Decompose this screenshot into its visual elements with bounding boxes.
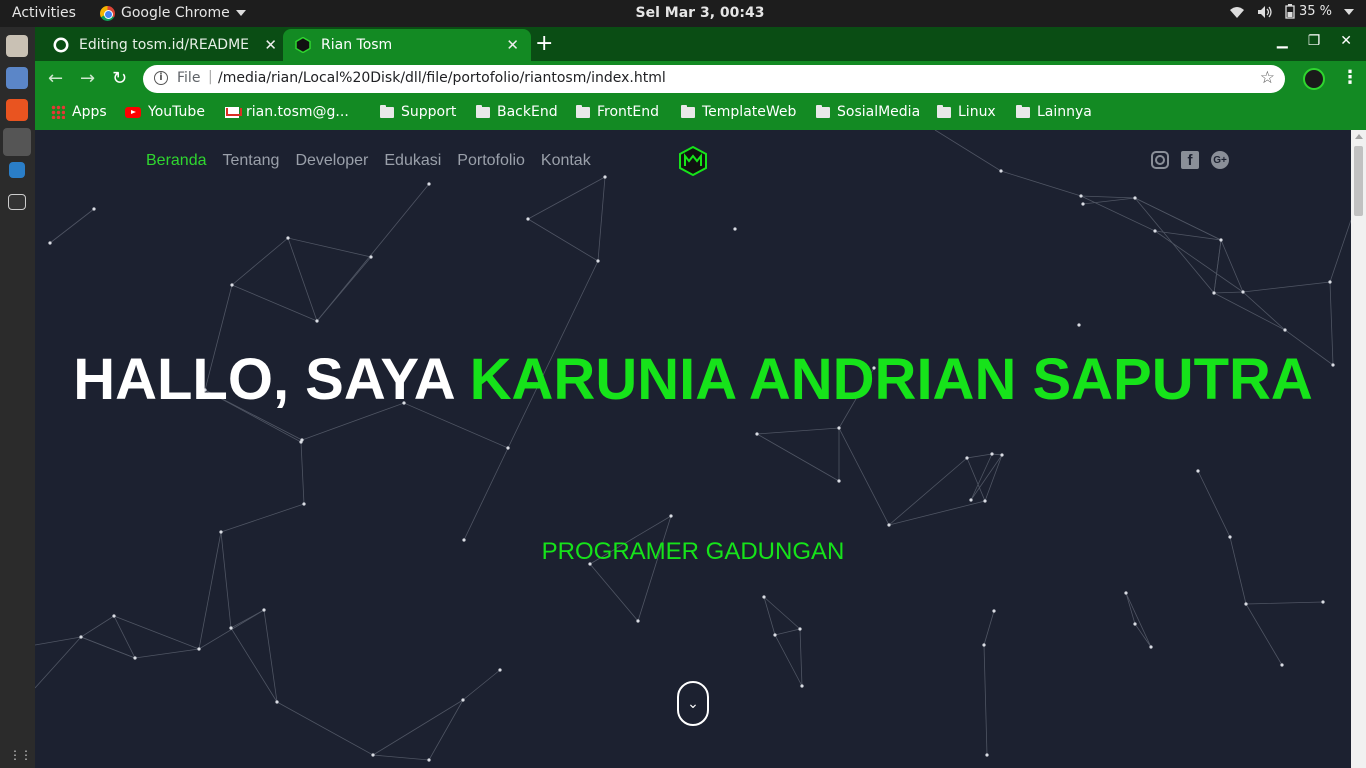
tab-rian-tosm[interactable]: Rian Tosm ✕ — [283, 29, 531, 61]
back-arrow-icon[interactable]: ← — [48, 68, 63, 89]
hero-subtitle: PROGRAMER GADUNGAN — [541, 538, 845, 565]
bookmark-folder-templateweb[interactable]: TemplateWeb — [681, 104, 796, 120]
dock: ⋮⋮⋮ — [0, 27, 43, 768]
system-top-bar: Activities Google Chrome Sel Mar 3, 00:4… — [0, 0, 1366, 27]
scroll-up-arrow-icon[interactable] — [1355, 134, 1363, 139]
more-menu-icon[interactable]: ⋮ — [1341, 67, 1359, 88]
window-controls: ▁ ❐ ✕ — [1277, 33, 1352, 49]
social-links: f G+ — [1151, 151, 1229, 169]
software-center-icon[interactable] — [6, 99, 28, 121]
gmail-icon — [225, 106, 242, 118]
bookmark-label: Lainnya — [1037, 104, 1092, 120]
instagram-icon[interactable] — [1151, 151, 1169, 169]
volume-icon — [1257, 5, 1272, 18]
vscode-icon[interactable] — [9, 162, 25, 178]
browser-toolbar: ← → ↻ i File | /media/rian/Local%20Disk/… — [35, 61, 1366, 97]
clock[interactable]: Sel Mar 3, 00:43 — [0, 5, 1366, 21]
bookmark-label: FrontEnd — [597, 104, 660, 120]
close-tab-icon[interactable]: ✕ — [506, 36, 519, 54]
text-editor-icon[interactable] — [6, 67, 28, 89]
folder-icon — [937, 104, 951, 118]
battery-indicator: 35 % — [1285, 4, 1332, 19]
folder-icon — [816, 104, 830, 118]
tab-readme[interactable]: Editing tosm.id/README ✕ — [41, 29, 289, 61]
nav-link-edukasi[interactable]: Edukasi — [384, 152, 441, 170]
page-scrollbar[interactable] — [1351, 130, 1366, 768]
facebook-icon[interactable]: f — [1181, 151, 1199, 169]
bookmark-gmail[interactable]: rian.tosm@g... — [225, 104, 349, 120]
close-tab-icon[interactable]: ✕ — [264, 36, 277, 54]
site-logo[interactable] — [679, 146, 707, 176]
bookmark-label: Linux — [958, 104, 996, 120]
chevron-down-icon: ⌄ — [687, 695, 699, 712]
folder-icon — [1016, 104, 1030, 118]
folder-icon — [380, 104, 394, 118]
bookmark-label: rian.tosm@g... — [246, 104, 349, 120]
scroll-down-button[interactable]: ⌄ — [677, 681, 709, 726]
bookmark-label: TemplateWeb — [702, 104, 797, 120]
close-window-icon[interactable]: ✕ — [1340, 33, 1352, 49]
files-app-icon[interactable] — [6, 35, 28, 57]
url-separator: | — [208, 69, 213, 85]
restore-icon[interactable]: ❐ — [1308, 33, 1321, 49]
minimize-icon[interactable]: ▁ — [1277, 33, 1288, 49]
bookmark-label: SosialMedia — [837, 104, 921, 120]
reload-icon[interactable]: ↻ — [112, 68, 127, 89]
address-bar[interactable]: i File | /media/rian/Local%20Disk/dll/fi… — [143, 65, 1285, 93]
battery-icon — [1285, 4, 1295, 19]
nav-link-beranda[interactable]: Beranda — [146, 152, 207, 170]
tab-title: Rian Tosm — [321, 37, 393, 53]
bookmark-folder-frontend[interactable]: FrontEnd — [576, 104, 659, 120]
hero-title: HALLO, SAYA KARUNIA ANDRIAN SAPUTRA — [35, 335, 1351, 425]
site-navigation: Beranda Tentang Developer Edukasi Portof… — [146, 152, 591, 170]
google-plus-icon[interactable]: G+ — [1211, 151, 1229, 169]
bookmark-apps[interactable]: Apps — [51, 104, 107, 120]
url-text[interactable]: /media/rian/Local%20Disk/dll/file/portof… — [218, 70, 666, 86]
scrollbar-thumb[interactable] — [1354, 146, 1363, 216]
bookmark-folder-lainnya[interactable]: Lainnya — [1016, 104, 1092, 120]
github-icon — [53, 37, 69, 53]
wifi-icon — [1229, 6, 1244, 18]
particle-network-background — [35, 130, 1351, 762]
site-logo-icon — [295, 37, 311, 53]
page-viewport: Beranda Tentang Developer Edukasi Portof… — [35, 130, 1351, 768]
folder-icon — [681, 104, 695, 118]
extension-icon[interactable] — [1303, 68, 1325, 90]
bookmark-folder-linux[interactable]: Linux — [937, 104, 996, 120]
bookmark-label: YouTube — [148, 104, 205, 120]
chrome-app-icon[interactable] — [3, 128, 31, 156]
bookmark-star-icon[interactable]: ☆ — [1260, 68, 1275, 88]
folder-icon — [476, 104, 490, 118]
system-menu-chevron-icon — [1344, 8, 1354, 15]
apps-grid-icon — [51, 105, 65, 119]
battery-percent: 35 % — [1298, 4, 1332, 19]
bookmark-label: Support — [401, 104, 457, 120]
forward-arrow-icon[interactable]: → — [80, 68, 95, 89]
system-tray[interactable]: 35 % — [1229, 4, 1354, 19]
bookmarks-bar: Apps YouTube rian.tosm@g... Support Back… — [35, 97, 1366, 130]
bookmark-folder-backend[interactable]: BackEnd — [476, 104, 558, 120]
tab-title: Editing tosm.id/README — [79, 37, 249, 53]
nav-link-kontak[interactable]: Kontak — [541, 152, 591, 170]
bookmark-label: BackEnd — [497, 104, 558, 120]
tab-strip: Editing tosm.id/README ✕ Rian Tosm ✕ + ▁… — [35, 27, 1366, 61]
bookmark-label: Apps — [72, 104, 107, 120]
bookmark-folder-support[interactable]: Support — [380, 104, 456, 120]
terminal-icon[interactable] — [8, 194, 26, 210]
bookmark-folder-sosialmedia[interactable]: SosialMedia — [816, 104, 920, 120]
folder-icon — [576, 104, 590, 118]
hero-name: KARUNIA ANDRIAN SAPUTRA — [469, 347, 1313, 412]
bookmark-youtube[interactable]: YouTube — [125, 104, 205, 120]
nav-link-tentang[interactable]: Tentang — [223, 152, 280, 170]
youtube-icon — [125, 106, 141, 118]
new-tab-button[interactable]: + — [535, 31, 553, 56]
info-icon[interactable]: i — [154, 71, 168, 85]
nav-link-portofolio[interactable]: Portofolio — [457, 152, 525, 170]
nav-link-developer[interactable]: Developer — [295, 152, 368, 170]
hero-greeting: HALLO, SAYA — [73, 347, 454, 412]
url-scheme-label: File — [177, 70, 201, 86]
